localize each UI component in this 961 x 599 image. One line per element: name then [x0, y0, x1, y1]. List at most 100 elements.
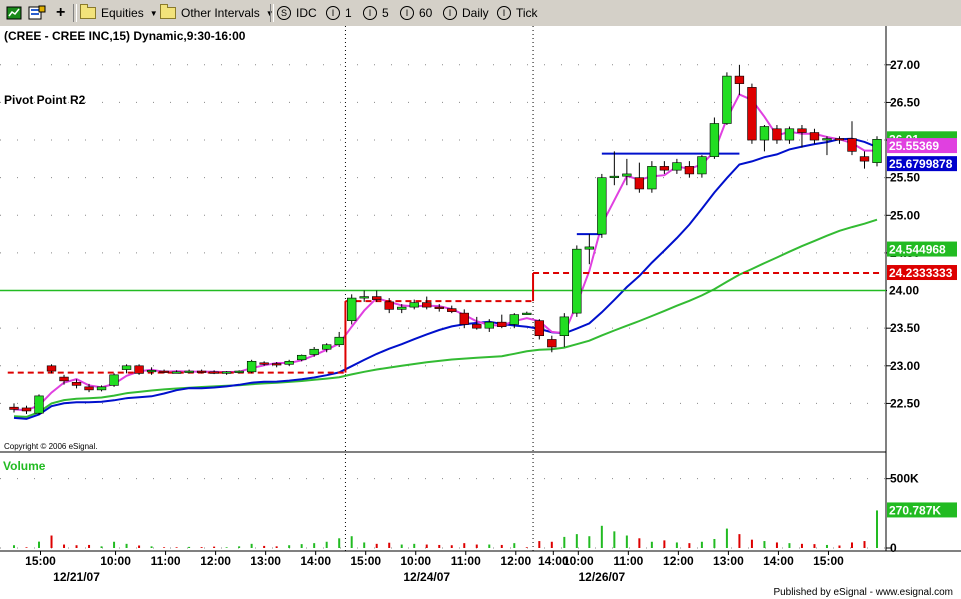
- date-label: 12/21/07: [53, 570, 100, 584]
- candle-up: [759, 126, 770, 141]
- candle-down: [834, 138, 845, 141]
- candle-up: [309, 348, 319, 355]
- copyright-text: Copyright © 2006 eSignal.: [4, 442, 98, 451]
- i-circle-icon: I: [400, 6, 414, 20]
- time-tick-label: 13:00: [713, 554, 744, 568]
- price-tag-label: 25.55369: [889, 139, 939, 153]
- time-tick-label: 13:00: [250, 554, 281, 568]
- time-tick-label: 15:00: [25, 554, 56, 568]
- candle-up: [647, 166, 657, 190]
- price-tick-label: 22.50: [890, 396, 920, 410]
- time-tick-label: 11:00: [151, 554, 181, 568]
- price-tick-label: 27.00: [890, 58, 920, 72]
- price-tick-label: 25.00: [890, 208, 920, 222]
- candle-up: [347, 297, 357, 321]
- properties-icon[interactable]: [28, 3, 46, 23]
- candle-down: [534, 320, 544, 337]
- equities-dropdown[interactable]: Equities ▼: [80, 3, 158, 23]
- price-tag-label: 25.6799878: [889, 157, 953, 171]
- candle-up: [672, 162, 682, 171]
- intervals-label: Other Intervals: [181, 6, 260, 20]
- intervals-dropdown[interactable]: Other Intervals ▼: [160, 3, 274, 23]
- tick-button[interactable]: I Tick: [497, 3, 538, 23]
- candle-up: [559, 316, 569, 337]
- candle-up: [522, 312, 532, 315]
- candle-down: [734, 75, 745, 84]
- candle-up: [221, 371, 232, 374]
- time-tick-label: 15:00: [350, 554, 381, 568]
- candle-up: [572, 248, 582, 314]
- candle-up: [509, 314, 519, 325]
- tick-label: Tick: [516, 6, 538, 20]
- candle-up: [334, 336, 344, 346]
- candle-up: [597, 177, 607, 235]
- candle-up: [171, 371, 182, 374]
- folder-icon: [80, 4, 96, 19]
- candle-up: [822, 138, 832, 141]
- interval-5-button[interactable]: I 5: [363, 3, 389, 23]
- equities-label: Equities: [101, 6, 144, 20]
- candle-down: [422, 302, 432, 308]
- time-tick-label: 12:00: [200, 554, 231, 568]
- candle-down: [196, 370, 207, 373]
- candle-up: [872, 139, 882, 163]
- candle-down: [659, 166, 670, 171]
- candle-up: [184, 370, 194, 373]
- candle-down: [847, 138, 857, 152]
- candle-down: [209, 371, 219, 374]
- candle-up: [146, 370, 157, 373]
- time-tick-label: 10:00: [100, 554, 131, 568]
- daily-label: Daily: [462, 6, 489, 20]
- candle-down: [71, 382, 82, 386]
- volume-tick-label: 500K: [890, 472, 919, 486]
- price-tag-label: 24.2333333: [889, 266, 953, 280]
- daily-button[interactable]: I Daily: [443, 3, 489, 23]
- candle-down: [447, 308, 457, 312]
- candle-down: [747, 87, 757, 141]
- idc-button[interactable]: S IDC: [277, 3, 317, 23]
- interval-1-button[interactable]: I 1: [326, 3, 352, 23]
- candle-up: [121, 365, 132, 370]
- candle-up: [296, 354, 307, 361]
- candle-up: [609, 175, 620, 178]
- price-tag-label: 24.544968: [889, 243, 946, 257]
- candle-up: [34, 395, 44, 414]
- price-tag-label: 24.00: [889, 284, 919, 298]
- candle-down: [809, 132, 820, 141]
- date-label: 12/24/07: [403, 570, 450, 584]
- candle-up: [484, 321, 494, 329]
- add-icon[interactable]: +: [56, 3, 65, 23]
- time-tick-label: 12:00: [500, 554, 531, 568]
- price-tick-label: 26.50: [890, 95, 920, 109]
- volume-label: Volume: [3, 459, 46, 473]
- candle-down: [271, 363, 282, 366]
- candle-down: [684, 166, 695, 175]
- chart-window-icon[interactable]: [6, 3, 22, 23]
- candle-up: [697, 156, 707, 175]
- s-circle-icon: S: [277, 6, 291, 20]
- candle-up: [709, 123, 720, 157]
- price-tick-label: 23.50: [890, 321, 920, 335]
- candle-up: [109, 374, 119, 386]
- candle-down: [9, 406, 19, 410]
- price-chart[interactable]: 27.0026.5026.0025.5025.0024.5024.0023.50…: [0, 26, 961, 599]
- candle-down: [497, 321, 507, 327]
- candle-up: [96, 386, 107, 391]
- candle-up: [359, 296, 369, 299]
- candle-down: [384, 301, 394, 310]
- price-tick-label: 25.50: [890, 171, 920, 185]
- time-tick-label: 14:00: [763, 554, 794, 568]
- candle-down: [434, 306, 444, 309]
- i-circle-icon: I: [363, 6, 377, 20]
- time-tick-label: 14:00: [300, 554, 331, 568]
- i-circle-icon: I: [326, 6, 340, 20]
- candle-down: [46, 365, 57, 372]
- i-circle-icon: I: [443, 6, 457, 20]
- interval-60-button[interactable]: I 60: [400, 3, 432, 23]
- candle-down: [84, 386, 94, 391]
- candle-up: [234, 370, 244, 373]
- candle-down: [859, 156, 870, 162]
- chart-title: (CREE - CREE INC,15) Dynamic,9:30-16:00: [4, 29, 246, 43]
- candle-down: [21, 407, 32, 412]
- volume-tick-label: 0: [890, 541, 897, 555]
